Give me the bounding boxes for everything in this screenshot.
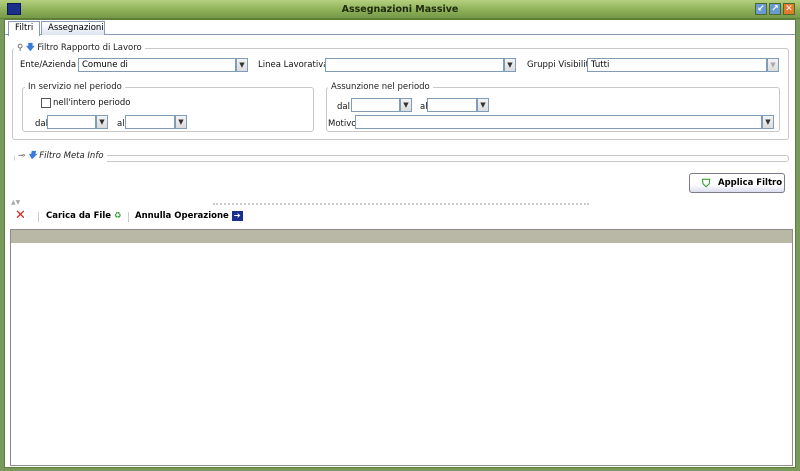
filter-icon: ⛉ (702, 177, 711, 190)
tab-assegnazioni[interactable]: Assegnazioni (41, 21, 105, 35)
tab-filtri[interactable]: Filtri (8, 21, 41, 36)
grid-header (11, 230, 792, 243)
window-title: Assegnazioni Massive (341, 4, 459, 15)
collapse-arrows-icon[interactable]: ▲▼ (11, 199, 20, 206)
assunzione-legend: Assunzione nel periodo (328, 82, 433, 92)
assunzione-dal-label: dal (337, 102, 350, 112)
toolbar-separator (38, 212, 39, 222)
servizio-dal-input[interactable] (47, 115, 96, 129)
motivo-label: Motivo (328, 119, 357, 129)
delete-icon[interactable]: ✕ (15, 209, 26, 223)
filtro-rapporto-legend[interactable]: ⚲ 🡇 Filtro Rapporto di Lavoro (14, 42, 145, 56)
carica-label: Carica da File (46, 211, 111, 221)
tab-strip (5, 20, 795, 35)
motivo-dropdown[interactable]: ▼ (762, 115, 774, 129)
servizio-al-dropdown[interactable]: ▼ (175, 115, 187, 129)
gruppi-select[interactable]: Tutti (587, 58, 767, 72)
linea-dropdown-arrow[interactable]: ▼ (504, 58, 516, 72)
arrow-right-icon: ➔ (231, 211, 243, 221)
expand-pin-icon[interactable]: ⊸ (18, 151, 25, 161)
in-servizio-legend: In servizio nel periodo (25, 82, 125, 92)
legend-text: Filtro Meta Info (39, 151, 104, 161)
filtro-meta-legend[interactable]: ⊸ 🡇 Filtro Meta Info (15, 150, 107, 164)
toolbar-separator (128, 212, 129, 222)
ente-select[interactable]: Comune di (78, 58, 236, 72)
servizio-dal-dropdown[interactable]: ▼ (96, 115, 108, 129)
collapse-pin-icon[interactable]: ⚲ (17, 43, 23, 53)
results-grid[interactable] (10, 229, 793, 466)
gruppi-dropdown-arrow[interactable]: ▼ (767, 58, 779, 72)
servizio-al-input[interactable] (125, 115, 175, 129)
assunzione-dal-dropdown[interactable]: ▼ (400, 98, 412, 112)
linea-label: Linea Lavorativa (258, 60, 329, 70)
annulla-label: Annulla Operazione (135, 211, 229, 221)
arrow-down-icon: 🡇 (27, 151, 37, 161)
upload-icon: ♻ (113, 211, 122, 221)
ente-label: Ente/Azienda (20, 60, 77, 70)
assunzione-al-dropdown[interactable]: ▼ (477, 98, 489, 112)
applica-filtro-label: Applica Filtro (718, 178, 783, 188)
intero-periodo-checkbox[interactable] (41, 98, 51, 108)
splitter-handle[interactable] (213, 203, 589, 206)
ente-dropdown-arrow[interactable]: ▼ (236, 58, 248, 72)
filtro-meta-fieldset (14, 155, 789, 162)
carica-da-file-button[interactable]: Carica da File ♻ (46, 211, 122, 221)
linea-select[interactable] (325, 58, 504, 72)
arrow-down-icon: 🡇 (25, 43, 35, 53)
motivo-select[interactable] (355, 115, 762, 129)
assunzione-al-input[interactable] (427, 98, 477, 112)
assunzione-dal-input[interactable] (351, 98, 400, 112)
applica-filtro-button[interactable]: ⛉ Applica Filtro (689, 173, 785, 193)
gruppi-label: Gruppi Visibilità (527, 60, 595, 70)
legend-text: Filtro Rapporto di Lavoro (37, 43, 142, 53)
maximize-button[interactable]: ↗ (769, 3, 781, 15)
close-button[interactable]: ✕ (783, 3, 795, 15)
servizio-al-label: al (117, 119, 125, 129)
intero-periodo-label: nell'intero periodo (53, 98, 131, 108)
minimize-button[interactable]: ↙ (755, 3, 767, 15)
annulla-operazione-button[interactable]: Annulla Operazione ➔ (135, 211, 243, 221)
